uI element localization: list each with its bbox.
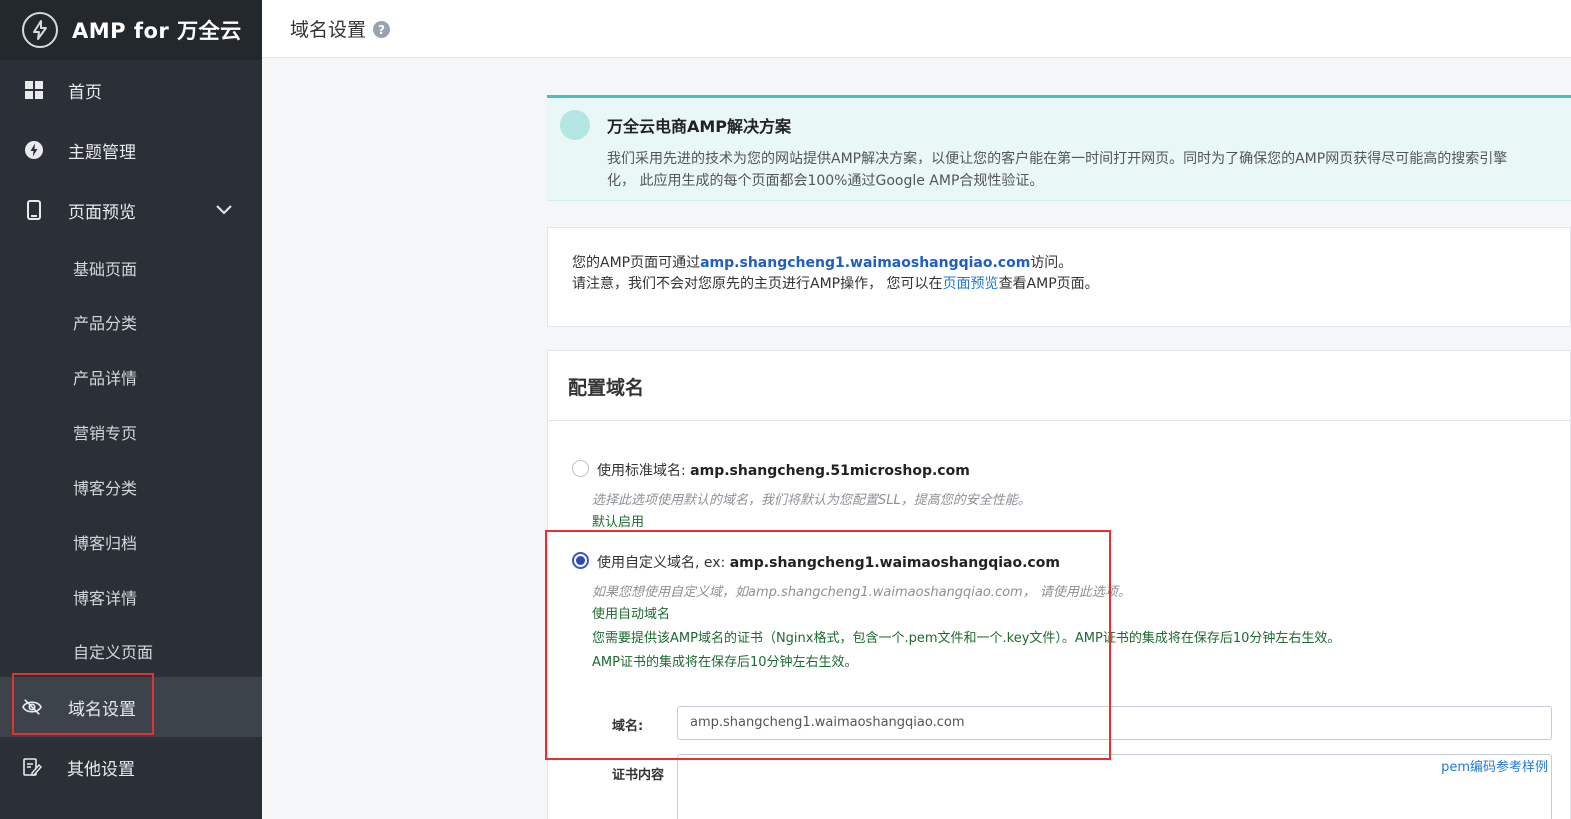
sidebar-item-label: 页面预览 [68,202,136,223]
page-header: 域名设置 ? [262,0,1571,58]
access-text: 您的AMP页面可通过 [572,255,701,271]
pem-sample-link[interactable]: pem编码参考样例 [1441,756,1548,775]
mobile-icon [24,200,44,220]
sidebar-subitem-blog-archive[interactable]: 博客归档 [73,530,137,554]
sidebar-subitem-custom-page[interactable]: 自定义页面 [73,639,153,663]
option-label-text: 使用标准域名: [597,463,691,479]
divider [548,420,1570,421]
sidebar-item-label: 主题管理 [68,142,136,163]
access-info-card: 您的AMP页面可通过amp.shangcheng1.waimaoshangqia… [547,227,1571,327]
section-title: 配置域名 [568,377,645,399]
option-domain-text: amp.shangcheng.51microshop.com [690,463,970,479]
notice-text: 查看AMP页面。 [998,276,1099,292]
sidebar-subitem-blog-detail[interactable]: 博客详情 [73,585,137,609]
sidebar-item-label: 其他设置 [67,759,135,780]
standard-domain-label[interactable]: 使用标准域名: amp.shangcheng.51microshop.com [597,460,970,480]
page-preview-link[interactable]: 页面预览 [943,276,999,292]
standard-domain-hint: 选择此选项使用默认的域名，我们将默认为您配置SLL，提高您的安全性能。 [592,493,1031,508]
sidebar-item-theme[interactable]: 主题管理 [0,120,262,180]
access-text: 访问。 [1030,255,1073,271]
standard-domain-radio[interactable] [572,460,589,477]
standard-domain-status: 默认启用 [592,515,645,530]
sidebar-subitem-product-category[interactable]: 产品分类 [73,310,137,334]
sidebar-item-label: 首页 [68,82,102,103]
grid-icon [24,80,44,100]
banner-status-icon [560,110,590,140]
banner-line: 化， 此应用生成的每个页面都会100%通过Google AMP合规性验证。 [607,173,1044,189]
bolt-icon [24,140,44,160]
sidebar: AMP for 万全云 首页 主题管理 页面预览 基础页面 产品分类 产品详情 … [0,0,262,819]
banner-title: 万全云电商AMP解决方案 [607,117,792,136]
sidebar-item-other[interactable]: 其他设置 [0,737,262,797]
certificate-textarea[interactable] [677,754,1552,819]
help-icon[interactable]: ? [373,21,391,38]
highlight-box [545,530,1111,760]
amp-domain-link[interactable]: amp.shangcheng1.waimaoshangqiao.com [700,255,1030,271]
access-line: 您的AMP页面可通过amp.shangcheng1.waimaoshangqia… [572,252,1072,272]
sidebar-subitem-marketing[interactable]: 营销专页 [73,420,137,444]
sidebar-subitem-blog-category[interactable]: 博客分类 [73,475,137,499]
certificate-field-label: 证书内容 [612,768,665,783]
notice-line: 请注意，我们不会对您原先的主页进行AMP操作， 您可以在页面预览查看AMP页面。 [572,273,1099,293]
notice-text: 请注意，我们不会对您原先的主页进行AMP操作， 您可以在 [572,276,943,292]
lightning-circle-icon [22,12,58,48]
highlight-box [12,673,154,735]
brand-title: AMP for 万全云 [72,19,242,43]
page-title: 域名设置 [290,19,367,41]
info-banner: 万全云电商AMP解决方案 我们采用先进的技术为您的网站提供AMP解决方案，以便让… [547,95,1571,201]
sidebar-subitem-product-detail[interactable]: 产品详情 [73,365,137,389]
chevron-down-icon[interactable] [216,200,232,220]
banner-text: 我们采用先进的技术为您的网站提供AMP解决方案，以便让您的客户能在第一时间打开网… [607,148,1571,192]
edit-doc-icon [22,757,42,777]
brand-header: AMP for 万全云 [0,0,262,60]
sidebar-item-preview[interactable]: 页面预览 [0,180,262,240]
sidebar-subitem-basic[interactable]: 基础页面 [73,256,137,280]
sidebar-item-home[interactable]: 首页 [0,60,262,120]
banner-line: 我们采用先进的技术为您的网站提供AMP解决方案，以便让您的客户能在第一时间打开网… [607,151,1508,167]
